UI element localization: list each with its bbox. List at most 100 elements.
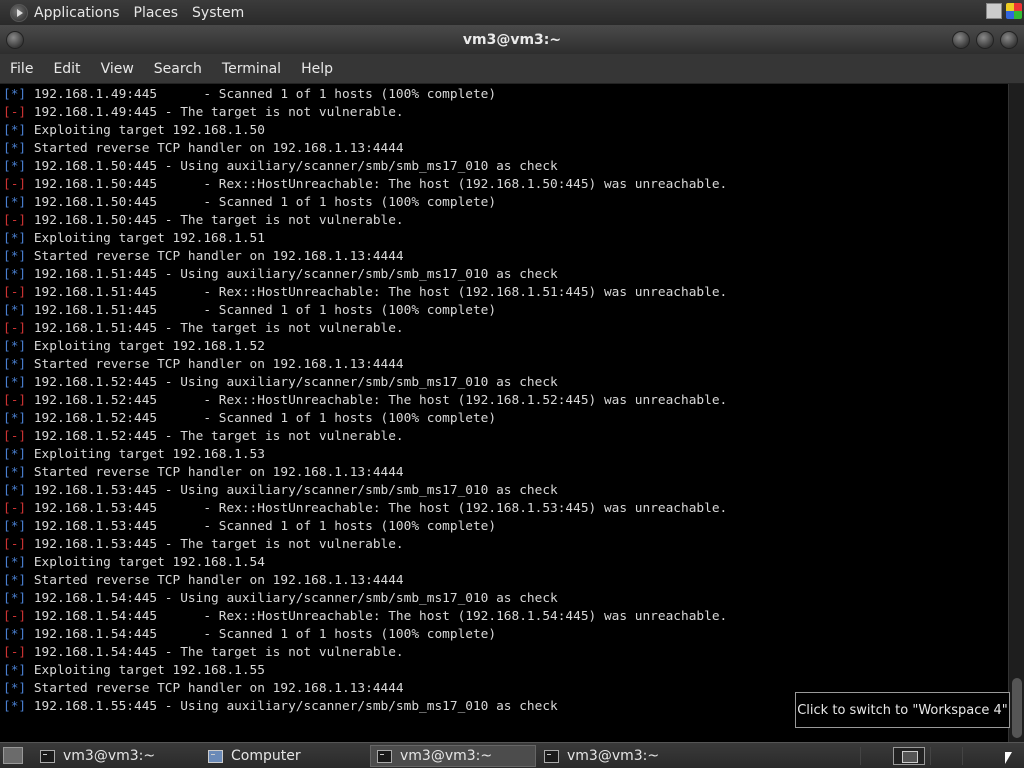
menu-help[interactable]: Help: [291, 61, 343, 77]
terminal-line-text: 192.168.1.49:445 - Scanned 1 of 1 hosts …: [26, 87, 497, 102]
info-tag: [*]: [3, 573, 27, 588]
info-tag: [*]: [3, 87, 27, 102]
terminal-line-text: 192.168.1.52:445 - Using auxiliary/scann…: [26, 375, 558, 390]
terminal-line: [*] Started reverse TCP handler on 192.1…: [3, 356, 1008, 374]
error-tag: [-]: [3, 537, 27, 552]
info-tag: [*]: [3, 375, 27, 390]
info-tag: [*]: [3, 195, 27, 210]
terminal-line-text: Started reverse TCP handler on 192.168.1…: [26, 141, 404, 156]
terminal-scrollbar[interactable]: [1008, 84, 1024, 742]
menu-view[interactable]: View: [91, 61, 144, 77]
terminal-line: [-] 192.168.1.53:445 - The target is not…: [3, 536, 1008, 554]
terminal-line: [*] 192.168.1.50:445 - Scanned 1 of 1 ho…: [3, 194, 1008, 212]
terminal-line-text: 192.168.1.51:445 - Using auxiliary/scann…: [26, 267, 558, 282]
terminal-line: [*] Started reverse TCP handler on 192.1…: [3, 464, 1008, 482]
terminal-line-text: 192.168.1.54:445 - Scanned 1 of 1 hosts …: [26, 627, 497, 642]
terminal-output[interactable]: [*] 192.168.1.49:445 - Scanned 1 of 1 ho…: [0, 84, 1008, 742]
terminal-line: [*] Exploiting target 192.168.1.55: [3, 662, 1008, 680]
terminal-line-text: 192.168.1.54:445 - The target is not vul…: [26, 645, 404, 660]
terminal-line-text: Started reverse TCP handler on 192.168.1…: [26, 357, 404, 372]
top-panel: Applications Places System: [0, 0, 1024, 25]
info-tag: [*]: [3, 591, 27, 606]
error-tag: [-]: [3, 645, 27, 660]
minimize-button[interactable]: [952, 31, 970, 49]
terminal-line: [-] 192.168.1.52:445 - The target is not…: [3, 428, 1008, 446]
terminal-line: [*] 192.168.1.54:445 - Scanned 1 of 1 ho…: [3, 626, 1008, 644]
info-tag: [*]: [3, 663, 27, 678]
menu-search[interactable]: Search: [144, 61, 212, 77]
info-tag: [*]: [3, 267, 27, 282]
info-tag: [*]: [3, 483, 27, 498]
computer-icon: [208, 749, 223, 763]
terminal-line-text: 192.168.1.52:445 - The target is not vul…: [26, 429, 404, 444]
info-tag: [*]: [3, 249, 27, 264]
terminal-line: [*] 192.168.1.49:445 - Scanned 1 of 1 ho…: [3, 86, 1008, 104]
terminal-line-text: 192.168.1.52:445 - Rex::HostUnreachable:…: [26, 393, 728, 408]
terminal-line-text: Started reverse TCP handler on 192.168.1…: [26, 465, 404, 480]
places-menu[interactable]: Places: [134, 5, 179, 21]
terminal-line: [*] 192.168.1.52:445 - Scanned 1 of 1 ho…: [3, 410, 1008, 428]
info-tag: [*]: [3, 339, 27, 354]
terminal-line: [*] 192.168.1.53:445 - Using auxiliary/s…: [3, 482, 1008, 500]
screenshot-icon[interactable]: [986, 3, 1002, 19]
error-tag: [-]: [3, 285, 27, 300]
taskbar-item-terminal-2[interactable]: vm3@vm3:~: [370, 745, 536, 767]
info-tag: [*]: [3, 303, 27, 318]
taskbar-item-label: vm3@vm3:~: [400, 748, 493, 764]
workspace-switcher-1[interactable]: [860, 747, 890, 765]
system-menu[interactable]: System: [192, 5, 244, 21]
window-title-bar[interactable]: vm3@vm3:~: [0, 25, 1024, 54]
menu-terminal[interactable]: Terminal: [212, 61, 291, 77]
applications-menu-icon[interactable]: [10, 3, 28, 22]
terminal-line-text: Exploiting target 192.168.1.50: [26, 123, 265, 138]
terminal-line: [*] Exploiting target 192.168.1.51: [3, 230, 1008, 248]
info-tag: [*]: [3, 357, 27, 372]
terminal-line: [-] 192.168.1.51:445 - Rex::HostUnreacha…: [3, 284, 1008, 302]
menu-file[interactable]: File: [0, 61, 43, 77]
windows-flag-icon[interactable]: [1006, 3, 1022, 19]
info-tag: [*]: [3, 681, 27, 696]
menu-edit[interactable]: Edit: [43, 61, 90, 77]
terminal-line-text: 192.168.1.51:445 - Scanned 1 of 1 hosts …: [26, 303, 497, 318]
taskbar-item-computer[interactable]: Computer: [202, 745, 368, 767]
terminal-line-text: 192.168.1.54:445 - Using auxiliary/scann…: [26, 591, 558, 606]
workspace-switcher-3[interactable]: [930, 747, 960, 765]
workspace-switcher-4[interactable]: [962, 747, 992, 765]
terminal-line-text: 192.168.1.52:445 - Scanned 1 of 1 hosts …: [26, 411, 497, 426]
taskbar-item-terminal-3[interactable]: vm3@vm3:~: [538, 745, 704, 767]
terminal-line: [*] 192.168.1.51:445 - Using auxiliary/s…: [3, 266, 1008, 284]
workspace-switcher-2[interactable]: [893, 747, 925, 765]
taskbar-item-label: vm3@vm3:~: [567, 748, 660, 764]
error-tag: [-]: [3, 609, 27, 624]
taskbar-item-terminal-1[interactable]: vm3@vm3:~: [34, 745, 200, 767]
terminal-line-text: 192.168.1.51:445 - The target is not vul…: [26, 321, 404, 336]
terminal-icon: [377, 749, 392, 763]
terminal-line: [*] 192.168.1.54:445 - Using auxiliary/s…: [3, 590, 1008, 608]
terminal-line: [-] 192.168.1.50:445 - The target is not…: [3, 212, 1008, 230]
taskbar-item-label: vm3@vm3:~: [63, 748, 156, 764]
terminal-line-text: 192.168.1.50:445 - Scanned 1 of 1 hosts …: [26, 195, 497, 210]
terminal-line-text: 192.168.1.53:445 - The target is not vul…: [26, 537, 404, 552]
applications-menu[interactable]: Applications: [34, 5, 120, 21]
terminal-line-text: Exploiting target 192.168.1.54: [26, 555, 265, 570]
terminal-line-text: Exploiting target 192.168.1.55: [26, 663, 265, 678]
info-tag: [*]: [3, 465, 27, 480]
info-tag: [*]: [3, 231, 27, 246]
terminal-line-text: 192.168.1.51:445 - Rex::HostUnreachable:…: [26, 285, 728, 300]
terminal-line-text: 192.168.1.53:445 - Using auxiliary/scann…: [26, 483, 558, 498]
info-tag: [*]: [3, 123, 27, 138]
scrollbar-thumb[interactable]: [1012, 678, 1022, 738]
maximize-button[interactable]: [976, 31, 994, 49]
terminal-line: [*] Exploiting target 192.168.1.50: [3, 122, 1008, 140]
show-desktop-icon[interactable]: [3, 747, 23, 764]
terminal-line-text: 192.168.1.50:445 - Rex::HostUnreachable:…: [26, 177, 728, 192]
close-button[interactable]: [1000, 31, 1018, 49]
error-tag: [-]: [3, 213, 27, 228]
error-tag: [-]: [3, 105, 27, 120]
window-menu-icon[interactable]: [6, 31, 24, 49]
error-tag: [-]: [3, 177, 27, 192]
terminal-line: [*] 192.168.1.51:445 - Scanned 1 of 1 ho…: [3, 302, 1008, 320]
info-tag: [*]: [3, 141, 27, 156]
terminal-line: [-] 192.168.1.54:445 - Rex::HostUnreacha…: [3, 608, 1008, 626]
terminal-line: [-] 192.168.1.50:445 - Rex::HostUnreacha…: [3, 176, 1008, 194]
